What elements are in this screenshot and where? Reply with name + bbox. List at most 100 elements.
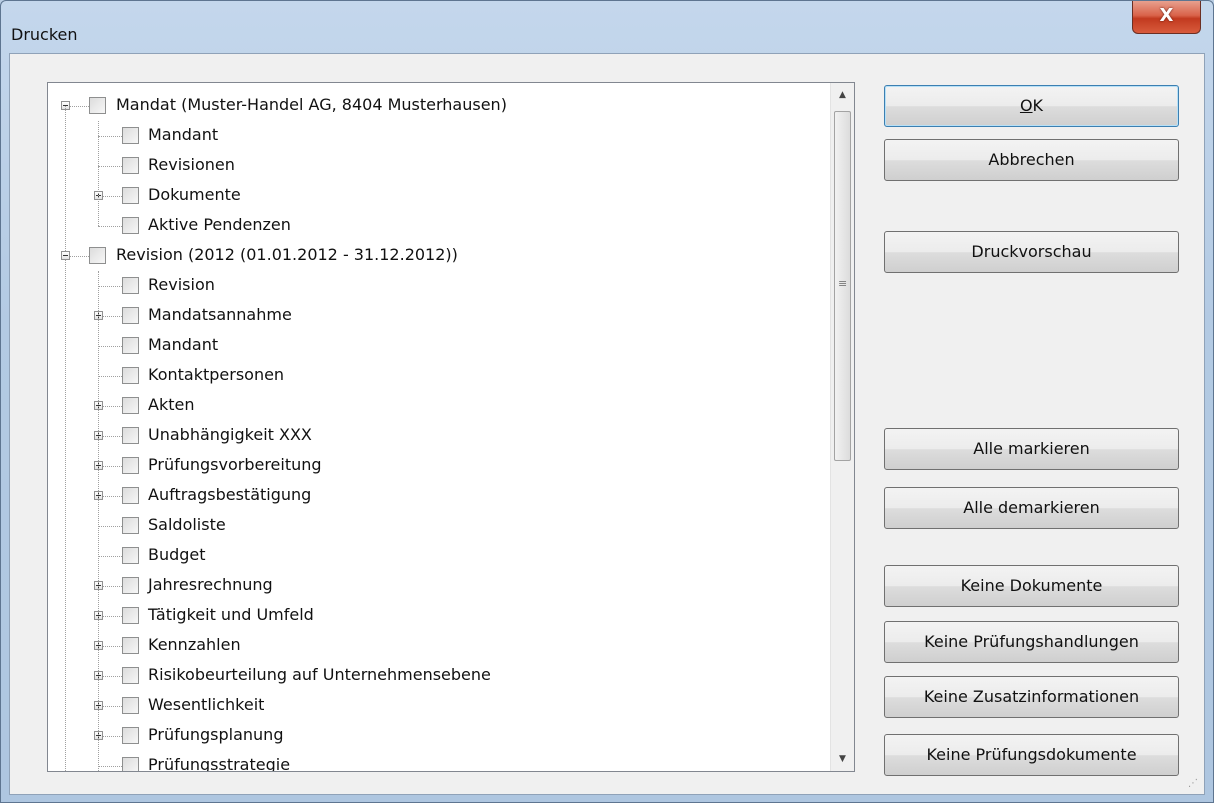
tree-connector — [65, 106, 66, 251]
scroll-grip-icon: ≡ — [838, 277, 848, 290]
tree-item[interactable]: Saldoliste — [48, 511, 818, 541]
tree-item-checkbox[interactable] — [122, 757, 139, 771]
tree-item-label: Tätigkeit und Umfeld — [148, 605, 314, 624]
no-additional-info-button[interactable]: Keine Zusatzinformationen — [884, 676, 1179, 718]
tree-item-checkbox[interactable] — [122, 157, 139, 174]
close-button[interactable]: X — [1132, 1, 1201, 34]
tree-item-checkbox[interactable] — [122, 277, 139, 294]
tree-item-checkbox[interactable] — [122, 217, 139, 234]
tree-item-checkbox[interactable] — [122, 547, 139, 564]
tree-item[interactable]: Jahresrechnung — [48, 571, 818, 601]
tree-connector — [103, 196, 122, 197]
tree-item[interactable]: Revision — [48, 271, 818, 301]
tree-item[interactable]: Akten — [48, 391, 818, 421]
tree-connector — [103, 586, 122, 587]
tree-item-checkbox[interactable] — [122, 337, 139, 354]
no-documents-button[interactable]: Keine Dokumente — [884, 565, 1179, 607]
tree-item-label: Mandant — [148, 335, 219, 354]
tree-item-label: Revision — [148, 275, 215, 294]
tree-item[interactable]: Kennzahlen — [48, 631, 818, 661]
tree-connector — [103, 436, 122, 437]
tree-item[interactable]: Auftragsbestätigung — [48, 481, 818, 511]
scrollbar-thumb[interactable]: ≡ — [834, 111, 851, 461]
tree-connector — [103, 646, 122, 647]
tree-item-checkbox[interactable] — [122, 367, 139, 384]
deselect-all-button[interactable]: Alle demarkieren — [884, 487, 1179, 529]
tree-item-checkbox[interactable] — [122, 667, 139, 684]
tree-item-label: Dokumente — [148, 185, 241, 204]
tree-item[interactable]: Unabhängigkeit XXX — [48, 421, 818, 451]
tree-item-label: Aktive Pendenzen — [148, 215, 291, 234]
tree-item[interactable]: Revision (2012 (01.01.2012 - 31.12.2012)… — [48, 241, 818, 271]
tree-item[interactable]: Dokumente — [48, 181, 818, 211]
tree-item-label: Auftragsbestätigung — [148, 485, 312, 504]
ok-button[interactable]: OK — [884, 85, 1179, 127]
tree-connector — [103, 316, 122, 317]
print-tree-view[interactable]: ▲ ≡ ▼ Mandat (Muster-Handel AG, 8404 Mus… — [47, 82, 855, 772]
tree-connector — [98, 556, 122, 557]
tree-item-checkbox[interactable] — [122, 637, 139, 654]
tree-item-checkbox[interactable] — [89, 247, 106, 264]
tree-item[interactable]: Prüfungsplanung — [48, 721, 818, 751]
tree-item-label: Prüfungsstrategie — [148, 755, 291, 772]
tree-item-label: Jahresrechnung — [148, 575, 273, 594]
ok-mnemonic: O — [1019, 96, 1033, 115]
tree-item-label: Prüfungsplanung — [148, 725, 284, 744]
tree-connector — [65, 260, 66, 771]
tree-item-checkbox[interactable] — [122, 577, 139, 594]
cancel-button[interactable]: Abbrechen — [884, 139, 1179, 181]
tree-connector — [98, 271, 99, 771]
tree-item-label: Revision (2012 (01.01.2012 - 31.12.2012)… — [116, 245, 458, 264]
tree-item-label: Risikobeurteilung auf Unternehmensebene — [148, 665, 491, 684]
tree-item[interactable]: Revisionen — [48, 151, 818, 181]
tree-item[interactable]: Prüfungsstrategie — [48, 751, 818, 772]
tree-item-checkbox[interactable] — [89, 97, 106, 114]
tree-item-checkbox[interactable] — [122, 697, 139, 714]
tree-item[interactable]: Aktive Pendenzen — [48, 211, 818, 241]
tree-item-checkbox[interactable] — [122, 187, 139, 204]
select-all-button[interactable]: Alle markieren — [884, 428, 1179, 470]
tree-item[interactable]: Wesentlichkeit — [48, 691, 818, 721]
tree-item-checkbox[interactable] — [122, 607, 139, 624]
tree-connector — [98, 121, 99, 226]
tree-item-label: Mandant — [148, 125, 219, 144]
tree-item-label: Kennzahlen — [148, 635, 241, 654]
tree-connector — [98, 136, 122, 137]
tree-item[interactable]: Budget — [48, 541, 818, 571]
resize-grip-icon[interactable]: ⋰ — [1188, 778, 1200, 790]
tree-connector — [98, 376, 122, 377]
tree-connector — [103, 496, 122, 497]
vertical-scrollbar[interactable]: ▲ ≡ ▼ — [830, 83, 854, 771]
tree-item-checkbox[interactable] — [122, 397, 139, 414]
tree-connector — [103, 736, 122, 737]
no-procedures-button[interactable]: Keine Prüfungshandlungen — [884, 621, 1179, 663]
tree-item[interactable]: Mandat (Muster-Handel AG, 8404 Musterhau… — [48, 91, 818, 121]
no-audit-documents-button[interactable]: Keine Prüfungsdokumente — [884, 734, 1179, 776]
tree-item[interactable]: Mandant — [48, 121, 818, 151]
tree-item[interactable]: Kontaktpersonen — [48, 361, 818, 391]
title-bar: Drucken X — [1, 1, 1213, 53]
print-preview-button[interactable]: Druckvorschau — [884, 231, 1179, 273]
scroll-down-arrow-icon[interactable]: ▼ — [831, 747, 854, 771]
tree-item-checkbox[interactable] — [122, 427, 139, 444]
tree-connector — [103, 676, 122, 677]
collapse-minus-icon[interactable] — [61, 251, 70, 260]
tree-item-checkbox[interactable] — [122, 517, 139, 534]
tree-connector — [103, 466, 122, 467]
tree-connector — [103, 616, 122, 617]
tree-item[interactable]: Mandatsannahme — [48, 301, 818, 331]
tree-item[interactable]: Tätigkeit und Umfeld — [48, 601, 818, 631]
scroll-up-arrow-icon[interactable]: ▲ — [831, 83, 854, 107]
tree-item-checkbox[interactable] — [122, 487, 139, 504]
tree-item[interactable]: Mandant — [48, 331, 818, 361]
tree-connector — [98, 286, 122, 287]
tree-item-label: Akten — [148, 395, 195, 414]
tree-item-checkbox[interactable] — [122, 127, 139, 144]
tree-item-checkbox[interactable] — [122, 307, 139, 324]
tree-item-checkbox[interactable] — [122, 457, 139, 474]
ok-label-rest: K — [1032, 96, 1044, 115]
tree-connector — [103, 706, 122, 707]
tree-item[interactable]: Risikobeurteilung auf Unternehmensebene — [48, 661, 818, 691]
tree-item-checkbox[interactable] — [122, 727, 139, 744]
tree-item[interactable]: Prüfungsvorbereitung — [48, 451, 818, 481]
